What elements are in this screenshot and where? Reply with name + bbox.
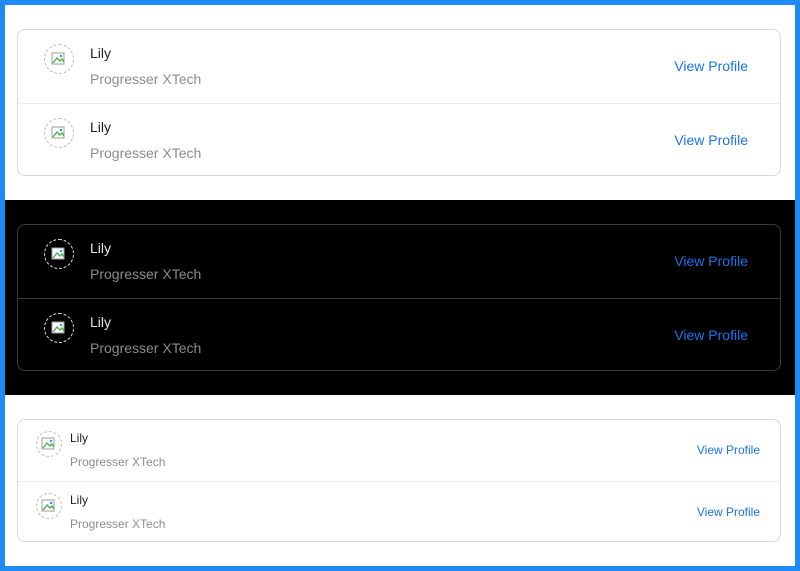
avatar: [36, 431, 62, 457]
user-list-card: Lily Progresser XTech View Profile Lily …: [17, 419, 781, 542]
list-section-light-large: Lily Progresser XTech View Profile Lily …: [5, 5, 795, 200]
list-item: Lily Progresser XTech View Profile: [18, 103, 780, 175]
user-name: Lily: [70, 431, 89, 445]
view-profile-link[interactable]: View Profile: [674, 253, 748, 269]
broken-image-icon: [41, 499, 55, 512]
user-name: Lily: [90, 314, 112, 330]
avatar: [44, 239, 74, 269]
avatar: [44, 44, 74, 74]
user-name: Lily: [90, 240, 112, 256]
avatar: [44, 118, 74, 148]
view-profile-link[interactable]: View Profile: [674, 327, 748, 343]
user-name: Lily: [90, 119, 112, 135]
broken-image-icon: [51, 321, 65, 334]
list-item: Lily Progresser XTech View Profile: [18, 481, 780, 541]
avatar: [36, 493, 62, 519]
user-name: Lily: [90, 45, 112, 61]
user-description: Progresser XTech: [90, 145, 202, 161]
list-section-dark-large: Lily Progresser XTech View Profile Lily …: [5, 200, 795, 395]
user-list-card: Lily Progresser XTech View Profile Lily …: [17, 224, 781, 371]
broken-image-icon: [51, 126, 65, 139]
avatar: [44, 313, 74, 343]
list-item: Lily Progresser XTech View Profile: [18, 30, 780, 103]
user-description: Progresser XTech: [70, 455, 166, 469]
broken-image-icon: [51, 247, 65, 260]
list-item: Lily Progresser XTech View Profile: [18, 298, 780, 370]
view-profile-link[interactable]: View Profile: [697, 443, 760, 457]
user-list-card: Lily Progresser XTech View Profile Lily …: [17, 29, 781, 176]
list-item: Lily Progresser XTech View Profile: [18, 225, 780, 298]
broken-image-icon: [51, 52, 65, 65]
broken-image-icon: [41, 437, 55, 450]
user-name: Lily: [70, 493, 89, 507]
list-section-light-small: Lily Progresser XTech View Profile Lily …: [5, 395, 795, 566]
list-item: Lily Progresser XTech View Profile: [18, 420, 780, 481]
user-description: Progresser XTech: [70, 517, 166, 531]
view-profile-link[interactable]: View Profile: [697, 505, 760, 519]
user-description: Progresser XTech: [90, 266, 202, 282]
user-description: Progresser XTech: [90, 340, 202, 356]
view-profile-link[interactable]: View Profile: [674, 132, 748, 148]
view-profile-link[interactable]: View Profile: [674, 58, 748, 74]
page-frame: Lily Progresser XTech View Profile Lily …: [5, 5, 795, 566]
user-description: Progresser XTech: [90, 71, 202, 87]
